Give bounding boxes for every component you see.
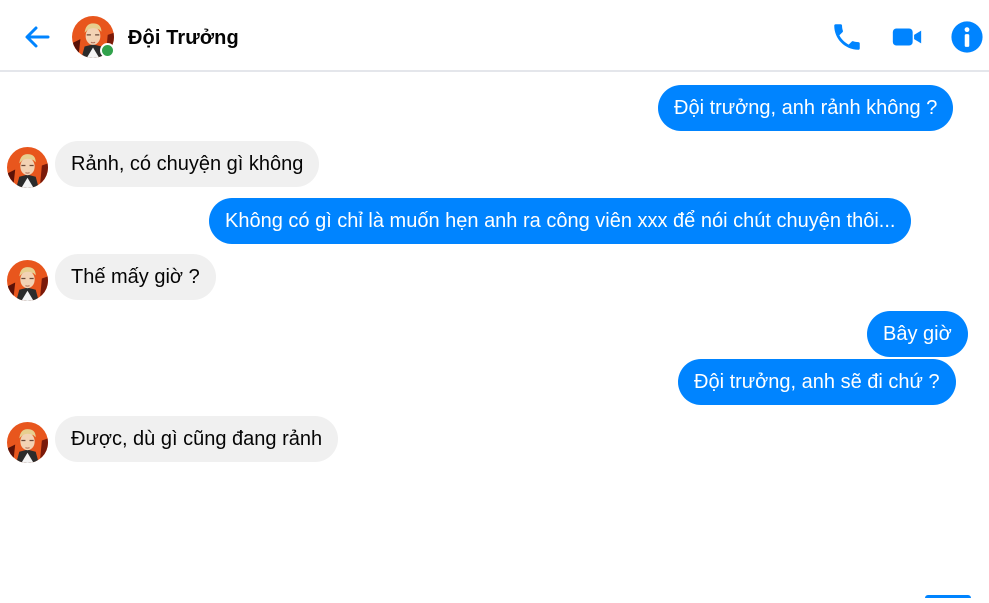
sender-avatar[interactable]: [7, 422, 48, 463]
phone-icon[interactable]: [830, 20, 864, 54]
chat-header: Đội Trưởng: [0, 0, 989, 72]
info-icon[interactable]: [950, 20, 984, 54]
received-message-bubble[interactable]: Được, dù gì cũng đang rảnh: [55, 416, 339, 462]
received-message-bubble[interactable]: Thế mấy giờ ?: [55, 254, 216, 300]
video-camera-icon[interactable]: [890, 20, 924, 54]
contact-name[interactable]: Đội Trưởng: [128, 27, 239, 50]
received-message-bubble[interactable]: Rảnh, có chuyện gì không: [55, 141, 320, 187]
sent-message-bubble[interactable]: Bây giờ: [867, 311, 968, 357]
sent-message-bubble[interactable]: Không có gì chỉ là muốn hẹn anh ra công …: [209, 198, 912, 244]
back-arrow-icon[interactable]: [22, 22, 52, 52]
sender-avatar[interactable]: [7, 260, 48, 301]
sent-message-bubble[interactable]: Đội trưởng, anh sẽ đi chứ ?: [678, 359, 956, 405]
sent-message-bubble[interactable]: Đội trưởng, anh rảnh không ?: [658, 85, 954, 131]
partial-icon: [925, 595, 971, 603]
online-status-dot: [100, 43, 115, 58]
sender-avatar[interactable]: [7, 147, 48, 188]
contact-avatar[interactable]: [72, 16, 115, 58]
